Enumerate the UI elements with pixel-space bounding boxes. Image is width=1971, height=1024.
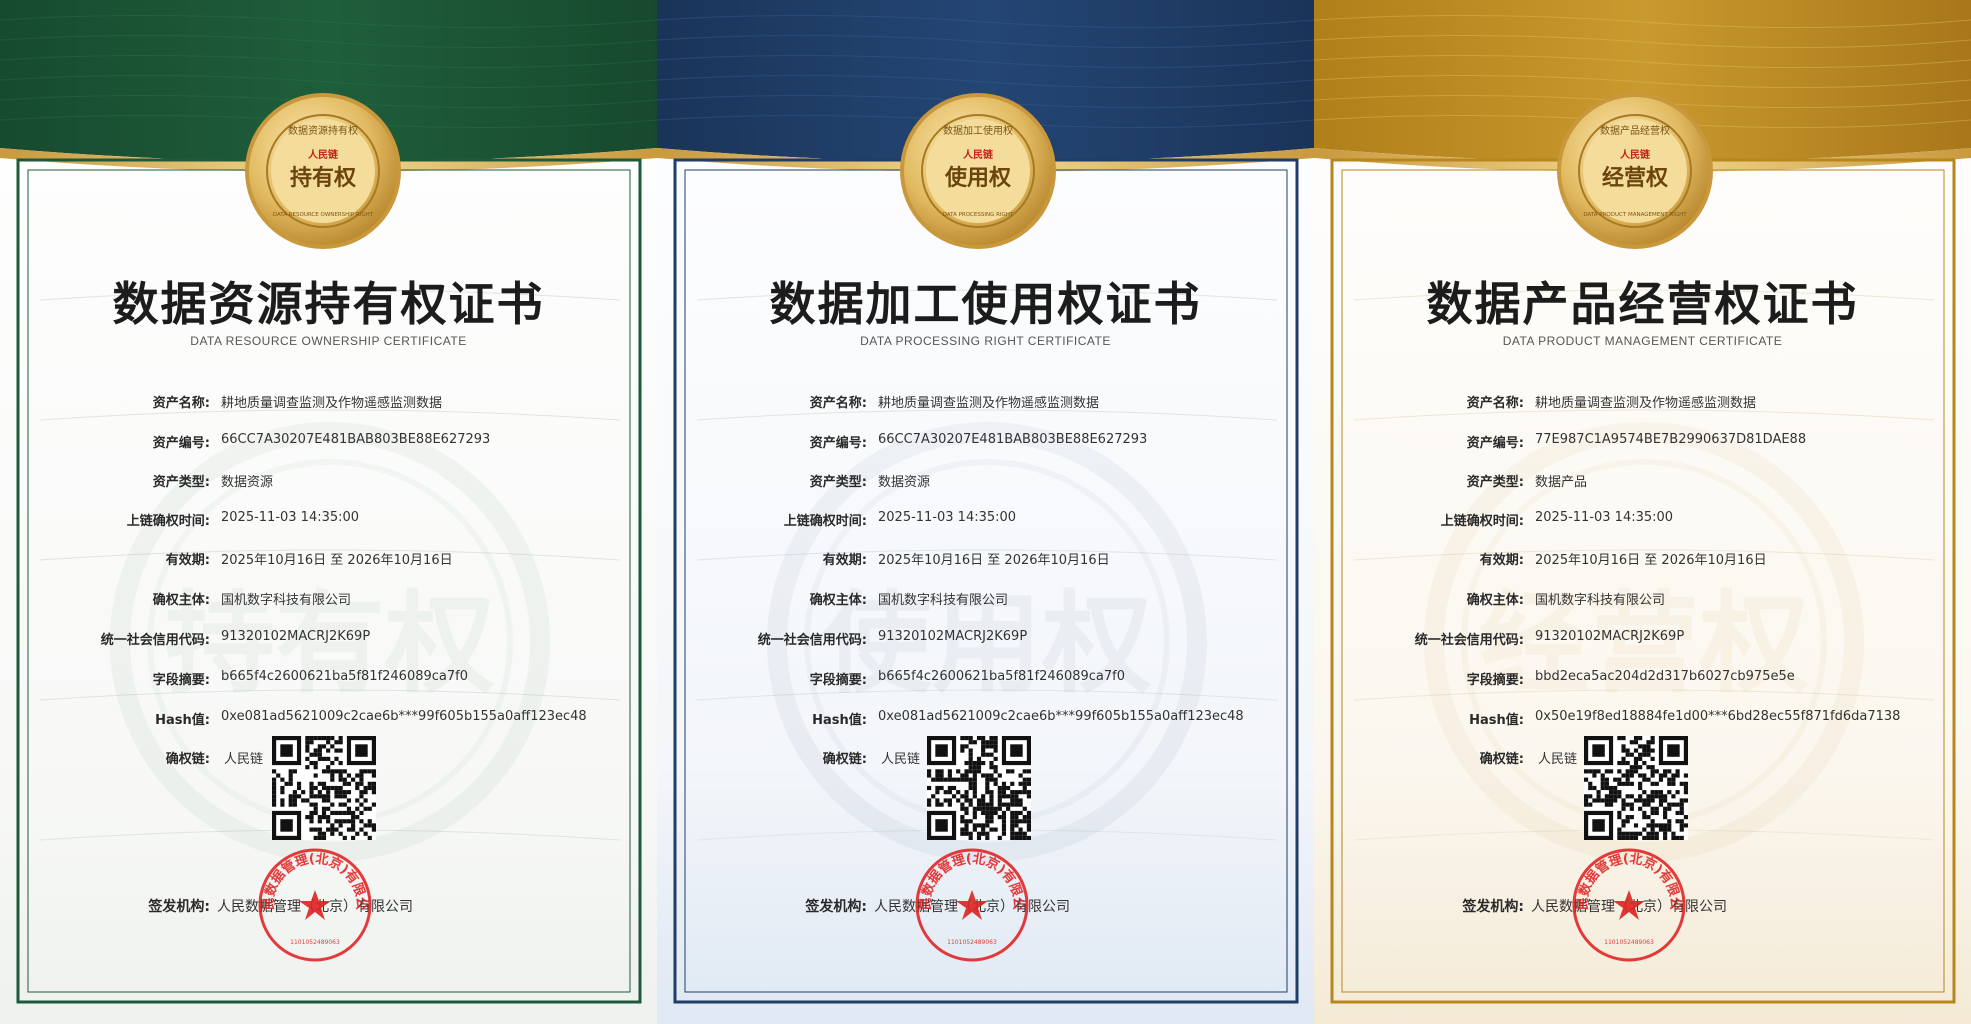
asset-id-value: 66CC7A30207E481BAB803BE88E627293: [221, 432, 491, 447]
certificate-management: 经营权 数据产品经营权 人民链 经营权 DATA PRODUCT MANAGEM…: [1314, 0, 1971, 1024]
svg-text:1101052489063: 1101052489063: [1604, 939, 1654, 946]
medal-ring-text-en: DATA PRODUCT MANAGEMENT RIGHT: [1583, 212, 1687, 218]
asset-name-value: 耕地质量调查监测及作物遥感监测数据: [221, 396, 443, 411]
qr-code[interactable]: [272, 736, 376, 840]
validity-label: 有效期:: [822, 553, 867, 568]
validity-label: 有效期:: [165, 553, 210, 568]
credit-code-label: 统一社会信用代码:: [100, 633, 210, 648]
chain-label: 确权链:: [822, 752, 867, 767]
asset-name-label: 资产名称:: [1466, 396, 1524, 411]
medal-ring-text: 数据资源持有权: [288, 124, 358, 137]
onchain-time-label: 上链确权时间:: [1440, 514, 1524, 529]
medal-word: 持有权: [290, 165, 357, 191]
medal-badge: 数据产品经营权 人民链 经营权 DATA PRODUCT MANAGEMENT …: [1557, 93, 1713, 249]
medal-ring-text: 数据加工使用权: [943, 124, 1013, 137]
asset-type-label: 资产类型:: [1466, 475, 1524, 490]
hash-label: Hash值:: [155, 713, 210, 728]
hash-value: 0xe081ad5621009c2cae6b***99f605b155a0aff…: [221, 709, 587, 724]
asset-type-label: 资产类型:: [809, 475, 867, 490]
asset-name-label: 资产名称:: [809, 396, 867, 411]
rights-holder-value: 国机数字科技有限公司: [221, 593, 352, 608]
hash-value: 0xe081ad5621009c2cae6b***99f605b155a0aff…: [878, 709, 1244, 724]
validity-value: 2025年10月16日 至 2026年10月16日: [878, 553, 1110, 568]
medal-word: 经营权: [1602, 165, 1669, 191]
credit-code-value: 91320102MACRJ2K69P: [221, 629, 371, 644]
asset-id-label: 资产编号:: [1466, 436, 1524, 451]
chain-value: 人民链: [1538, 752, 1578, 767]
issuer-label: 签发机构:: [1462, 899, 1524, 915]
medal-word: 使用权: [944, 165, 1012, 191]
official-stamp: 人民数据管理(北京)有限公司 1101052489063: [1570, 846, 1686, 962]
medal-ring-text-en: DATA RESOURCE OWNERSHIP RIGHT: [273, 212, 374, 218]
field-digest-value: b665f4c2600621ba5f81f246089ca7f0: [878, 669, 1125, 684]
asset-name-value: 耕地质量调查监测及作物遥感监测数据: [1535, 396, 1757, 411]
svg-text:1101052489063: 1101052489063: [947, 939, 997, 946]
certificate-ownership: 持有权 数据资源持有权 人民链 持有权 DATA RESOURCE OWNERS…: [0, 0, 657, 1024]
medal-badge: 数据资源持有权 人民链 持有权 DATA RESOURCE OWNERSHIP …: [245, 93, 401, 249]
asset-id-label: 资产编号:: [809, 436, 867, 451]
issuer-label: 签发机构:: [805, 899, 867, 915]
rights-holder-label: 确权主体:: [1466, 593, 1524, 608]
asset-type-value: 数据产品: [1535, 475, 1588, 490]
certificate-title: 数据产品经营权证书: [1426, 277, 1859, 331]
field-digest-value: bbd2eca5ac204d2d317b6027cb975e5e: [1535, 669, 1795, 684]
field-digest-label: 字段摘要:: [1466, 673, 1524, 688]
onchain-time-value: 2025-11-03 14:35:00: [221, 510, 360, 525]
chain-label: 确权链:: [1479, 752, 1524, 767]
field-digest-label: 字段摘要:: [152, 673, 210, 688]
chain-label: 确权链:: [165, 752, 210, 767]
qr-code[interactable]: [1584, 736, 1688, 840]
certificate-title: 数据资源持有权证书: [112, 277, 545, 331]
field-digest-value: b665f4c2600621ba5f81f246089ca7f0: [221, 669, 468, 684]
certificate-processing: 使用权 数据加工使用权 人民链 使用权 DATA PROCESSING RIGH…: [657, 0, 1314, 1024]
asset-type-value: 数据资源: [878, 475, 931, 490]
asset-name-label: 资产名称:: [152, 396, 210, 411]
hash-value: 0x50e19f8ed18884fe1d00***6bd28ec55f871fd…: [1535, 709, 1901, 724]
official-stamp: 人民数据管理(北京)有限公司 1101052489063: [256, 846, 372, 962]
asset-id-value: 77E987C1A9574BE7B2990637D81DAE88: [1535, 432, 1807, 447]
rights-holder-label: 确权主体:: [809, 593, 867, 608]
validity-value: 2025年10月16日 至 2026年10月16日: [1535, 553, 1767, 568]
onchain-time-label: 上链确权时间:: [783, 514, 867, 529]
onchain-time-value: 2025-11-03 14:35:00: [878, 510, 1017, 525]
credit-code-label: 统一社会信用代码:: [757, 633, 867, 648]
qr-code[interactable]: [927, 736, 1031, 840]
onchain-time-label: 上链确权时间:: [126, 514, 210, 529]
validity-label: 有效期:: [1479, 553, 1524, 568]
hash-label: Hash值:: [812, 713, 867, 728]
onchain-time-value: 2025-11-03 14:35:00: [1535, 510, 1674, 525]
rights-holder-label: 确权主体:: [152, 593, 210, 608]
asset-name-value: 耕地质量调查监测及作物遥感监测数据: [878, 396, 1100, 411]
validity-value: 2025年10月16日 至 2026年10月16日: [221, 553, 453, 568]
field-digest-label: 字段摘要:: [809, 673, 867, 688]
official-stamp: 人民数据管理(北京)有限公司 1101052489063: [913, 846, 1029, 962]
credit-code-value: 91320102MACRJ2K69P: [878, 629, 1028, 644]
medal-ring-text: 数据产品经营权: [1600, 124, 1670, 137]
certificate-subtitle: DATA PRODUCT MANAGEMENT CERTIFICATE: [1502, 334, 1783, 348]
medal-logo: 人民链: [308, 148, 339, 161]
asset-type-value: 数据资源: [221, 475, 274, 490]
chain-value: 人民链: [224, 752, 264, 767]
rights-holder-value: 国机数字科技有限公司: [878, 593, 1009, 608]
medal-logo: 人民链: [963, 148, 994, 161]
medal-ring-text-en: DATA PROCESSING RIGHT: [943, 212, 1014, 218]
hash-label: Hash值:: [1469, 713, 1524, 728]
chain-value: 人民链: [881, 752, 921, 767]
svg-text:1101052489063: 1101052489063: [290, 939, 340, 946]
credit-code-label: 统一社会信用代码:: [1414, 633, 1524, 648]
credit-code-value: 91320102MACRJ2K69P: [1535, 629, 1685, 644]
asset-id-label: 资产编号:: [152, 436, 210, 451]
medal-badge: 数据加工使用权 人民链 使用权 DATA PROCESSING RIGHT: [900, 93, 1056, 249]
certificate-subtitle: DATA RESOURCE OWNERSHIP CERTIFICATE: [190, 334, 467, 348]
issuer-label: 签发机构:: [148, 899, 210, 915]
medal-logo: 人民链: [1620, 148, 1651, 161]
certificate-subtitle: DATA PROCESSING RIGHT CERTIFICATE: [860, 334, 1111, 348]
certificate-title: 数据加工使用权证书: [769, 277, 1202, 331]
asset-id-value: 66CC7A30207E481BAB803BE88E627293: [878, 432, 1148, 447]
asset-type-label: 资产类型:: [152, 475, 210, 490]
rights-holder-value: 国机数字科技有限公司: [1535, 593, 1666, 608]
